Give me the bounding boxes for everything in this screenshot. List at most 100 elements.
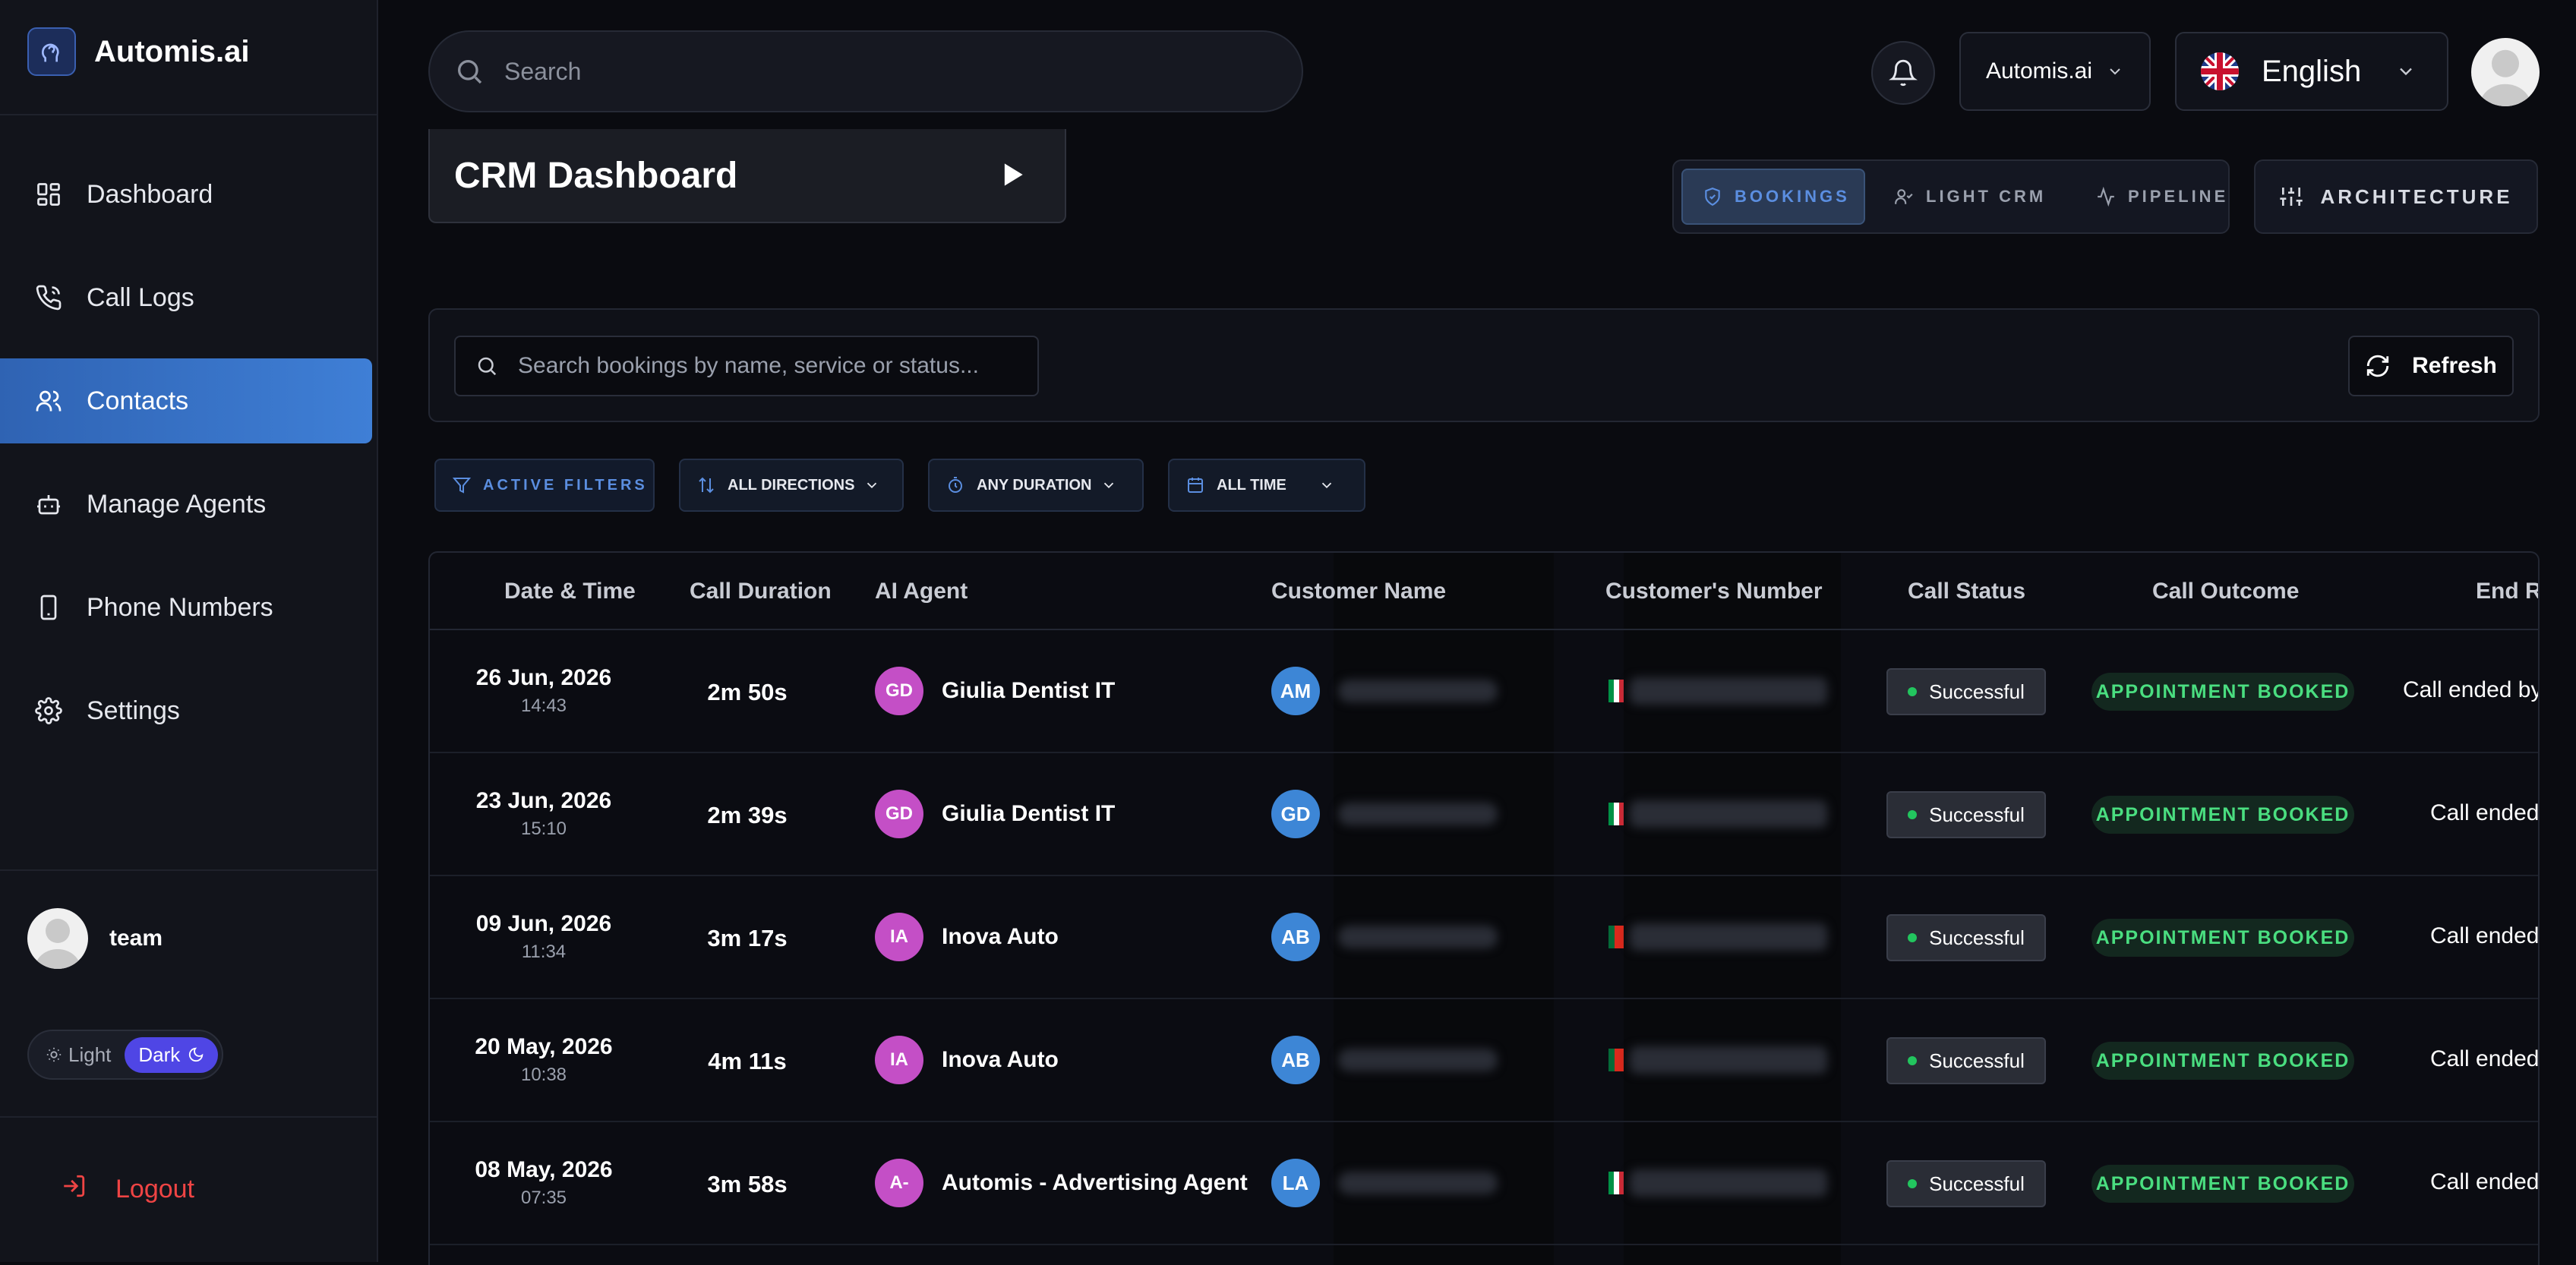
- bookings-search-input[interactable]: Search bookings by name, service or stat…: [454, 336, 1039, 396]
- chevron-down-icon: [2106, 62, 2124, 80]
- date-time-cell: 08 May, 2026 07:35: [430, 1157, 658, 1209]
- column-header[interactable]: End Re: [2476, 579, 2538, 604]
- refresh-button[interactable]: Refresh: [2348, 336, 2514, 396]
- customer-avatar: LA: [1271, 1159, 1320, 1207]
- date: 23 Jun, 2026: [475, 788, 612, 813]
- bookings-search-panel: Search bookings by name, service or stat…: [428, 308, 2540, 422]
- duration: 3m 17s: [707, 925, 788, 951]
- date: 20 May, 2026: [475, 1034, 613, 1059]
- redacted-phone: [1630, 1169, 1827, 1197]
- tab-label: BOOKINGS: [1735, 187, 1850, 206]
- theme-dark-label: Dark: [138, 1043, 181, 1066]
- agent-name: Giulia Dentist IT: [942, 678, 1116, 703]
- brand[interactable]: Automis.ai: [27, 27, 249, 76]
- time: 14:43: [520, 696, 567, 716]
- sidebar-item-manage-agents[interactable]: Manage Agents: [0, 462, 372, 547]
- sidebar-item-dashboard[interactable]: Dashboard: [0, 152, 372, 237]
- sidebar-item-contacts[interactable]: Contacts: [0, 358, 372, 443]
- user-profile[interactable]: team: [27, 908, 163, 969]
- date: 26 Jun, 2026: [475, 665, 612, 690]
- status-dot: [1908, 810, 1918, 819]
- timer-icon: [946, 476, 964, 494]
- column-header[interactable]: Customer's Number: [1605, 579, 1823, 604]
- phone-cell: [1608, 1169, 1827, 1197]
- play-icon[interactable]: [995, 158, 1028, 195]
- agent-cell: A- Automis - Advertising Agent: [875, 1159, 1248, 1207]
- date-time-cell: 26 Jun, 2026 14:43: [430, 665, 658, 717]
- sidebar-item-phone-numbers[interactable]: Phone Numbers: [0, 565, 372, 650]
- status-badge: Successful: [1886, 1160, 2046, 1207]
- search-icon: [454, 56, 485, 87]
- sun-icon: [46, 1046, 62, 1063]
- agent-name: Inova Auto: [942, 924, 1059, 949]
- date: 08 May, 2026: [475, 1157, 613, 1182]
- table-row[interactable]: 09 Jun, 2026 11:34 3m 17s IA Inova Auto …: [430, 876, 2540, 999]
- end-reason: Call ended by: [2403, 677, 2540, 702]
- direction-filter[interactable]: ALL DIRECTIONS: [679, 459, 904, 512]
- end-reason: Call ended: [2430, 1169, 2540, 1194]
- agent-avatar: A-: [875, 1159, 923, 1207]
- view-tabs: BOOKINGS LIGHT CRM PIPELINE: [1672, 159, 2230, 234]
- search-icon: [475, 355, 498, 377]
- robot-icon: [33, 489, 64, 519]
- status-dot: [1908, 687, 1918, 696]
- theme-toggle[interactable]: Light Dark: [27, 1030, 223, 1080]
- column-header[interactable]: Customer Name: [1271, 579, 1446, 604]
- theme-light-option[interactable]: Light: [35, 1043, 122, 1067]
- theme-dark-option[interactable]: Dark: [125, 1036, 219, 1073]
- sidebar: Automis.ai Dashboard Call Logs Contacts …: [0, 0, 378, 1262]
- agent-avatar: IA: [875, 913, 923, 961]
- phone-cell: [1608, 677, 1827, 705]
- phone-cell: [1608, 923, 1827, 951]
- date-time-cell: 09 Jun, 2026 11:34: [430, 911, 658, 963]
- customer-avatar: AB: [1271, 1036, 1320, 1084]
- column-header[interactable]: Call Outcome: [2152, 579, 2299, 604]
- sidebar-item-call-logs[interactable]: Call Logs: [0, 255, 372, 340]
- page-title-card: CRM Dashboard: [428, 129, 1066, 223]
- notifications-button[interactable]: [1871, 41, 1935, 105]
- status-label: Successful: [1929, 1049, 2025, 1072]
- table-row[interactable]: 23 Jun, 2026 15:10 2m 39s GD Giulia Dent…: [430, 753, 2538, 876]
- gear-icon: [33, 696, 64, 726]
- filter-label: ALL DIRECTIONS: [728, 476, 855, 494]
- filter-label: ALL TIME: [1217, 476, 1286, 494]
- redacted-phone: [1630, 677, 1827, 705]
- column-header[interactable]: Call Duration: [690, 579, 832, 604]
- column-header[interactable]: Date & Time: [504, 579, 636, 604]
- sidebar-item-label: Manage Agents: [87, 489, 267, 519]
- page-title: CRM Dashboard: [454, 155, 738, 196]
- italy-flag-icon: [1608, 1172, 1624, 1194]
- table-row[interactable]: 20 May, 2026 10:38 4m 11s IA Inova Auto …: [430, 999, 2538, 1122]
- agent-cell: GD Giulia Dentist IT: [875, 790, 1115, 838]
- tab-light-crm[interactable]: LIGHT CRM: [1874, 169, 2067, 225]
- status-badge: Successful: [1886, 914, 2046, 961]
- redacted-phone: [1630, 923, 1827, 951]
- outcome-badge: APPOINTMENT BOOKED: [2091, 1042, 2354, 1080]
- time-filter[interactable]: ALL TIME: [1168, 459, 1365, 512]
- column-header[interactable]: Call Status: [1908, 579, 2025, 604]
- global-search-input[interactable]: Search: [428, 30, 1303, 112]
- organization-label: Automis.ai: [1985, 58, 2093, 84]
- phone-cell: [1608, 800, 1827, 828]
- time: 11:34: [521, 942, 567, 962]
- tab-pipeline[interactable]: PIPELINE: [2076, 169, 2228, 225]
- end-reason: Call ended: [2430, 923, 2540, 948]
- sidebar-item-settings[interactable]: Settings: [0, 668, 372, 753]
- status-dot: [1908, 1056, 1918, 1065]
- language-select[interactable]: English: [2175, 32, 2448, 111]
- table-row[interactable]: 08 May, 2026 07:35 3m 58s A- Automis - A…: [430, 1122, 2540, 1245]
- logout-button[interactable]: Logout: [61, 1173, 194, 1206]
- date-time-cell: 23 Jun, 2026 15:10: [430, 788, 658, 840]
- filter-label: ANY DURATION: [977, 476, 1092, 494]
- portugal-flag-icon: [1608, 1049, 1624, 1071]
- table-row[interactable]: 26 Jun, 2026 14:43 2m 50s GD Giulia Dent…: [430, 630, 2540, 753]
- tab-label: LIGHT CRM: [1926, 187, 2047, 206]
- user-avatar-button[interactable]: [2471, 38, 2540, 106]
- duration-filter[interactable]: ANY DURATION: [928, 459, 1144, 512]
- organization-select[interactable]: Automis.ai: [1959, 32, 2151, 111]
- architecture-button[interactable]: ARCHITECTURE: [2254, 159, 2538, 234]
- column-header[interactable]: AI Agent: [875, 579, 968, 604]
- active-filters-button[interactable]: ACTIVE FILTERS: [434, 459, 655, 512]
- tab-bookings[interactable]: BOOKINGS: [1681, 169, 1865, 225]
- activity-icon: [2096, 187, 2116, 207]
